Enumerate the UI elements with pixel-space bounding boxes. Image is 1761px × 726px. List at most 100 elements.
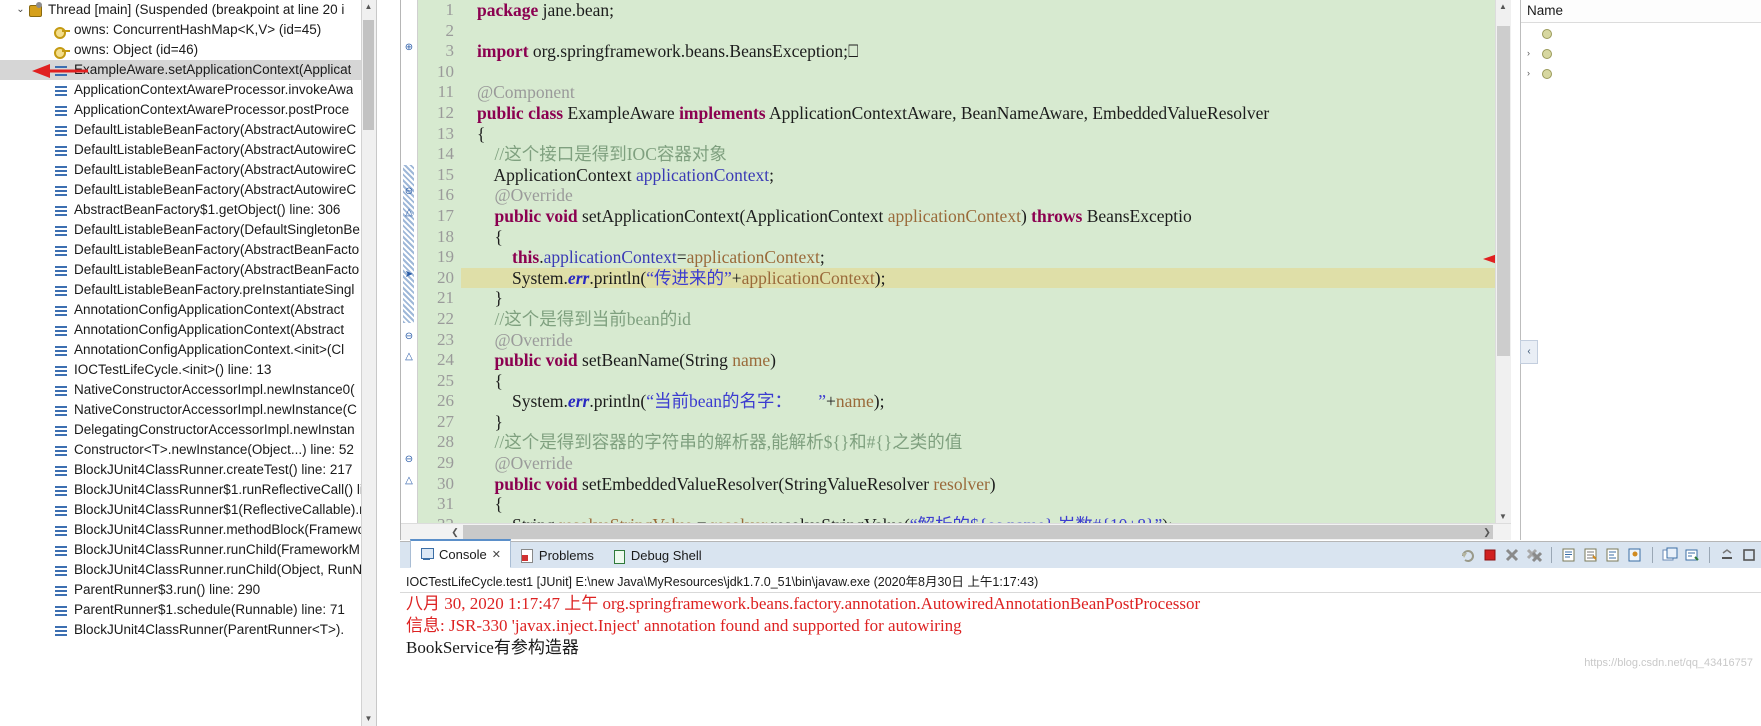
stack-frame-row[interactable]: ApplicationContextAwareProcessor.invokeA… — [0, 80, 376, 100]
console-output[interactable]: IOCTestLifeCycle.test1 [JUnit] E:\new Ja… — [400, 568, 1761, 726]
stack-frame-row[interactable]: DefaultListableBeanFactory(AbstractAutow… — [0, 120, 376, 140]
stack-frame-row[interactable]: IOCTestLifeCycle.<init>() line: 13 — [0, 360, 376, 380]
stack-frame-row[interactable]: BlockJUnit4ClassRunner(ParentRunner<T>). — [0, 620, 376, 640]
remove-all-terminated-icon[interactable] — [1526, 547, 1543, 563]
collapse-panel-button[interactable]: ‹ — [1520, 340, 1538, 364]
variable-row[interactable] — [1521, 23, 1761, 43]
code-line[interactable]: } — [461, 288, 1511, 309]
scroll-up-arrow[interactable]: ▲ — [362, 0, 375, 14]
stack-frame-row[interactable]: AnnotationConfigApplicationContext(Abstr… — [0, 320, 376, 340]
code-line[interactable]: @Component — [461, 82, 1511, 103]
stack-frame-row[interactable]: DefaultListableBeanFactory.preInstantiat… — [0, 280, 376, 300]
variable-row[interactable]: › — [1521, 43, 1761, 63]
code-line[interactable]: { — [461, 124, 1511, 145]
code-line[interactable] — [461, 62, 1511, 83]
console-toolbar[interactable] — [1460, 544, 1757, 566]
stack-frame-row[interactable]: NativeConstructorAccessorImpl.newInstanc… — [0, 380, 376, 400]
code-line[interactable]: public void setApplicationContext(Applic… — [461, 206, 1511, 227]
expand-twisty-icon[interactable]: ⌄ — [14, 0, 27, 20]
remove-launch-icon[interactable] — [1504, 547, 1520, 563]
variables-panel[interactable]: Name › › — [1520, 0, 1761, 540]
code-line[interactable]: @Override — [461, 453, 1511, 474]
terminate-icon[interactable] — [1482, 547, 1498, 563]
relaunch-icon[interactable] — [1460, 547, 1476, 563]
override-marker-icon[interactable]: △ — [403, 474, 415, 488]
debug-cursor-icon[interactable]: ➤ — [403, 268, 415, 282]
stack-frame-row[interactable]: ParentRunner$3.run() line: 290 — [0, 580, 376, 600]
code-line[interactable]: { — [461, 227, 1511, 248]
code-text-area[interactable]: package jane.bean; import org.springframe… — [461, 0, 1511, 524]
stack-frame-row[interactable]: DefaultListableBeanFactory(DefaultSingle… — [0, 220, 376, 240]
code-line[interactable]: package jane.bean; — [461, 0, 1511, 21]
stack-frame-row[interactable]: DefaultListableBeanFactory(AbstractAutow… — [0, 180, 376, 200]
stack-frame-row[interactable]: BlockJUnit4ClassRunner.methodBlock(Frame… — [0, 520, 376, 540]
stack-frame-row[interactable]: DefaultListableBeanFactory(AbstractAutow… — [0, 140, 376, 160]
stack-frame-row[interactable]: ⌄ Thread [main] (Suspended (breakpoint at… — [0, 0, 376, 20]
code-line[interactable]: //这个接口是得到IOC容器对象 — [461, 144, 1511, 165]
override-marker-icon[interactable]: △ — [403, 206, 415, 220]
editor-marker-gutter[interactable]: ⊕ ⊖ △ ➤ ⊖ △ ⊖ △ — [401, 0, 418, 540]
code-line[interactable]: ApplicationContext applicationContext; — [461, 165, 1511, 186]
stack-frame-row[interactable]: AbstractBeanFactory$1.getObject() line: … — [0, 200, 376, 220]
stack-frame-row[interactable]: AnnotationConfigApplicationContext.<init… — [0, 340, 376, 360]
code-line[interactable] — [461, 21, 1511, 42]
editor-vscroll-thumb[interactable] — [1497, 26, 1510, 356]
current-debug-line[interactable]: System.err.println(“传进来的”+applicationCon… — [461, 267, 1511, 289]
tab-debug-shell[interactable]: Debug Shell — [603, 543, 711, 568]
variable-twisty-icon[interactable]: › — [1527, 63, 1539, 83]
code-line[interactable]: public class ExampleAware implements App… — [461, 103, 1511, 124]
editor-scroll-left-arrow[interactable]: ❮ — [447, 524, 463, 540]
stack-frame-row[interactable]: DefaultListableBeanFactory(AbstractBeanF… — [0, 260, 376, 280]
collapse-icon[interactable]: ⊖ — [403, 330, 415, 344]
maximize-icon[interactable] — [1741, 547, 1757, 563]
editor-horizontal-scrollbar[interactable]: ❮ ❯ — [401, 523, 1511, 540]
console-panel[interactable]: Console ✕ Problems Debug Shell IOCTestLifeC… — [400, 539, 1761, 726]
stack-frame-row[interactable]: ExampleAware.setApplicationContext(Appli… — [0, 60, 376, 80]
stack-frame-row[interactable]: DefaultListableBeanFactory(AbstractAutow… — [0, 160, 376, 180]
word-wrap-icon[interactable] — [1605, 547, 1621, 563]
display-selected-console-icon[interactable] — [1662, 547, 1678, 563]
editor-hscroll-thumb[interactable] — [463, 525, 1493, 539]
code-line[interactable]: import org.springframework.beans.BeansEx… — [461, 41, 1511, 62]
stack-frame-row[interactable]: NativeConstructorAccessorImpl.newInstanc… — [0, 400, 376, 420]
clear-console-icon[interactable] — [1561, 547, 1577, 563]
code-line[interactable]: @Override — [461, 330, 1511, 351]
editor-vertical-scrollbar[interactable]: ▲ ▼ — [1495, 0, 1511, 524]
stack-frame-row[interactable]: owns: Object (id=46) — [0, 40, 376, 60]
code-line[interactable]: //这个是得到当前bean的id — [461, 309, 1511, 330]
code-line[interactable]: { — [461, 371, 1511, 392]
stack-frame-row[interactable]: ParentRunner$1.schedule(Runnable) line: … — [0, 600, 376, 620]
collapse-icon[interactable]: ⊖ — [403, 453, 415, 467]
tab-problems[interactable]: Problems — [511, 543, 603, 568]
code-line[interactable]: public void setEmbeddedValueResolver(Str… — [461, 474, 1511, 495]
stack-frame-row[interactable]: ApplicationContextAwareProcessor.postPro… — [0, 100, 376, 120]
scroll-down-arrow[interactable]: ▼ — [362, 712, 375, 726]
code-line[interactable]: public void setBeanName(String name) — [461, 350, 1511, 371]
stack-frame-row[interactable]: DefaultListableBeanFactory(AbstractBeanF… — [0, 240, 376, 260]
tab-console[interactable]: Console ✕ — [410, 539, 511, 568]
editor-scroll-down-arrow[interactable]: ▼ — [1496, 510, 1510, 524]
pin-console-icon[interactable] — [1627, 547, 1643, 563]
code-line[interactable]: System.err.println(“当前bean的名字： ”+name); — [461, 391, 1511, 412]
minimize-icon[interactable] — [1719, 547, 1735, 563]
scroll-lock-icon[interactable] — [1583, 547, 1599, 563]
editor-scroll-up-arrow[interactable]: ▲ — [1496, 0, 1510, 14]
debug-stack-panel[interactable]: ⌄ Thread [main] (Suspended (breakpoint at… — [0, 0, 377, 726]
open-console-icon[interactable] — [1684, 547, 1700, 563]
variables-row-list[interactable]: › › — [1521, 23, 1761, 83]
code-line[interactable]: } — [461, 412, 1511, 433]
collapse-icon[interactable]: ⊖ — [403, 185, 415, 199]
stack-frame-row[interactable]: Constructor<T>.newInstance(Object...) li… — [0, 440, 376, 460]
console-tab-bar[interactable]: Console ✕ Problems Debug Shell — [400, 539, 1761, 569]
expand-import-icon[interactable]: ⊕ — [403, 41, 415, 55]
code-line[interactable]: @Override — [461, 185, 1511, 206]
stack-frame-row[interactable]: BlockJUnit4ClassRunner.runChild(Object, … — [0, 560, 376, 580]
variable-twisty-icon[interactable]: › — [1527, 43, 1539, 63]
stack-panel-scrollbar[interactable]: ▲ ▼ — [361, 0, 376, 726]
code-line[interactable]: //这个是得到容器的字符串的解析器,能解析${}和#{}之类的值 — [461, 432, 1511, 453]
variable-row[interactable]: › — [1521, 63, 1761, 83]
stack-frame-row[interactable]: owns: ConcurrentHashMap<K,V> (id=45) — [0, 20, 376, 40]
stack-frame-row[interactable]: BlockJUnit4ClassRunner.createTest() line… — [0, 460, 376, 480]
stack-frame-list[interactable]: ⌄ Thread [main] (Suspended (breakpoint at… — [0, 0, 376, 640]
close-icon[interactable]: ✕ — [492, 548, 501, 561]
